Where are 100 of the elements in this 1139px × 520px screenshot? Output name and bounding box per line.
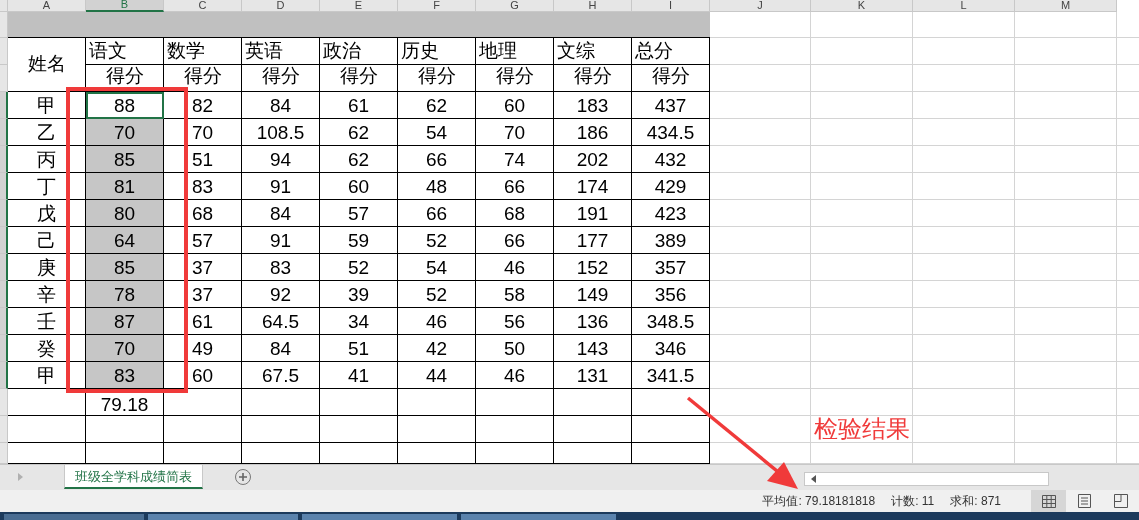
table-cell: 82 (164, 92, 242, 119)
table-cell: 85 (86, 254, 164, 281)
column-header[interactable]: I (632, 0, 710, 12)
table-cell: 57 (320, 200, 398, 227)
column-header[interactable]: G (476, 0, 554, 12)
row-header[interactable] (0, 308, 8, 335)
column-header[interactable]: J (710, 0, 811, 12)
row-header[interactable] (0, 146, 8, 173)
count-readout: 计数: 11 (891, 493, 935, 510)
table-cell: 91 (242, 227, 320, 254)
table-cell: 94 (242, 146, 320, 173)
table-cell: 341.5 (632, 362, 710, 389)
table-cell: 51 (164, 146, 242, 173)
row-header[interactable] (0, 335, 8, 362)
table-cell: 得分 (398, 65, 476, 92)
row-header[interactable] (0, 254, 8, 281)
horizontal-scrollbar[interactable] (804, 472, 1049, 486)
table-cell: 61 (164, 308, 242, 335)
column-header[interactable]: L (913, 0, 1015, 12)
row-header[interactable] (0, 173, 8, 200)
table-cell: 46 (398, 308, 476, 335)
table-cell: 44 (398, 362, 476, 389)
table-cell: 50 (476, 335, 554, 362)
page-icon (1078, 494, 1091, 508)
table-cell: 总分 (632, 38, 710, 65)
column-header[interactable]: M (1015, 0, 1117, 12)
row-header[interactable] (0, 92, 8, 119)
table-cell: 91 (242, 173, 320, 200)
table-cell: 78 (86, 281, 164, 308)
table-cell: 66 (476, 173, 554, 200)
column-header[interactable]: H (554, 0, 632, 12)
table-cell: 131 (554, 362, 632, 389)
table-cell: 84 (242, 92, 320, 119)
row-header[interactable] (0, 227, 8, 254)
row-header[interactable] (0, 362, 8, 389)
table-cell: 92 (242, 281, 320, 308)
table-cell: 历史 (398, 38, 476, 65)
column-header[interactable]: F (398, 0, 476, 12)
table-cell: 84 (242, 200, 320, 227)
table-cell: 356 (632, 281, 710, 308)
table-cell: 389 (632, 227, 710, 254)
table-cell: 83 (86, 362, 164, 389)
table-cell: 46 (476, 254, 554, 281)
table-cell: 136 (554, 308, 632, 335)
table-cell: 183 (554, 92, 632, 119)
table-cell: 83 (242, 254, 320, 281)
table-cell: 429 (632, 173, 710, 200)
table-cell: 66 (398, 200, 476, 227)
table-cell: 87 (86, 308, 164, 335)
table-cell: 357 (632, 254, 710, 281)
table-cell: 48 (398, 173, 476, 200)
table-cell: 83 (164, 173, 242, 200)
table-cell: 108.5 (242, 119, 320, 146)
annotation-label: 检验结果 (814, 417, 910, 441)
column-header[interactable]: K (811, 0, 913, 12)
sheet-tab[interactable]: 班级全学科成绩简表 (64, 465, 203, 489)
row-header[interactable] (0, 281, 8, 308)
table-cell: 70 (476, 119, 554, 146)
table-cell: 62 (320, 119, 398, 146)
table-cell: 66 (476, 227, 554, 254)
table-cell: 177 (554, 227, 632, 254)
table-cell: 62 (398, 92, 476, 119)
column-header[interactable]: E (320, 0, 398, 12)
average-readout: 平均值: 79.18181818 (762, 493, 876, 510)
table-cell: 70 (86, 335, 164, 362)
table-cell: 语文 (86, 38, 164, 65)
table-cell: 56 (476, 308, 554, 335)
table-cell: 64 (86, 227, 164, 254)
table-cell: 60 (164, 362, 242, 389)
table-cell: 432 (632, 146, 710, 173)
table-cell: 434.5 (632, 119, 710, 146)
row-header[interactable] (0, 200, 8, 227)
table-cell: 85 (86, 146, 164, 173)
view-button[interactable] (1031, 490, 1066, 512)
table-cell: 政治 (320, 38, 398, 65)
table-cell: 60 (320, 173, 398, 200)
table-cell: 79.18 (86, 389, 164, 416)
table-cell: 423 (632, 200, 710, 227)
table-cell: 姓名 (8, 38, 86, 92)
table-cell: 42 (398, 335, 476, 362)
table-cell: 346 (632, 335, 710, 362)
table-cell: 202 (554, 146, 632, 173)
table-cell: 37 (164, 254, 242, 281)
table-cell: 70 (86, 119, 164, 146)
table-cell: 186 (554, 119, 632, 146)
table-cell: 得分 (476, 65, 554, 92)
table-cell: 41 (320, 362, 398, 389)
table-cell: 58 (476, 281, 554, 308)
table-cell: 文综 (554, 38, 632, 65)
table-cell: 34 (320, 308, 398, 335)
table-cell: 191 (554, 200, 632, 227)
table-cell: 68 (164, 200, 242, 227)
row-header[interactable] (0, 119, 8, 146)
column-header[interactable]: D (242, 0, 320, 12)
table-cell: 49 (164, 335, 242, 362)
table-cell: 174 (554, 173, 632, 200)
table-cell: 60 (476, 92, 554, 119)
column-header[interactable]: B (86, 0, 164, 12)
column-header[interactable]: A (8, 0, 86, 12)
column-header[interactable]: C (164, 0, 242, 12)
